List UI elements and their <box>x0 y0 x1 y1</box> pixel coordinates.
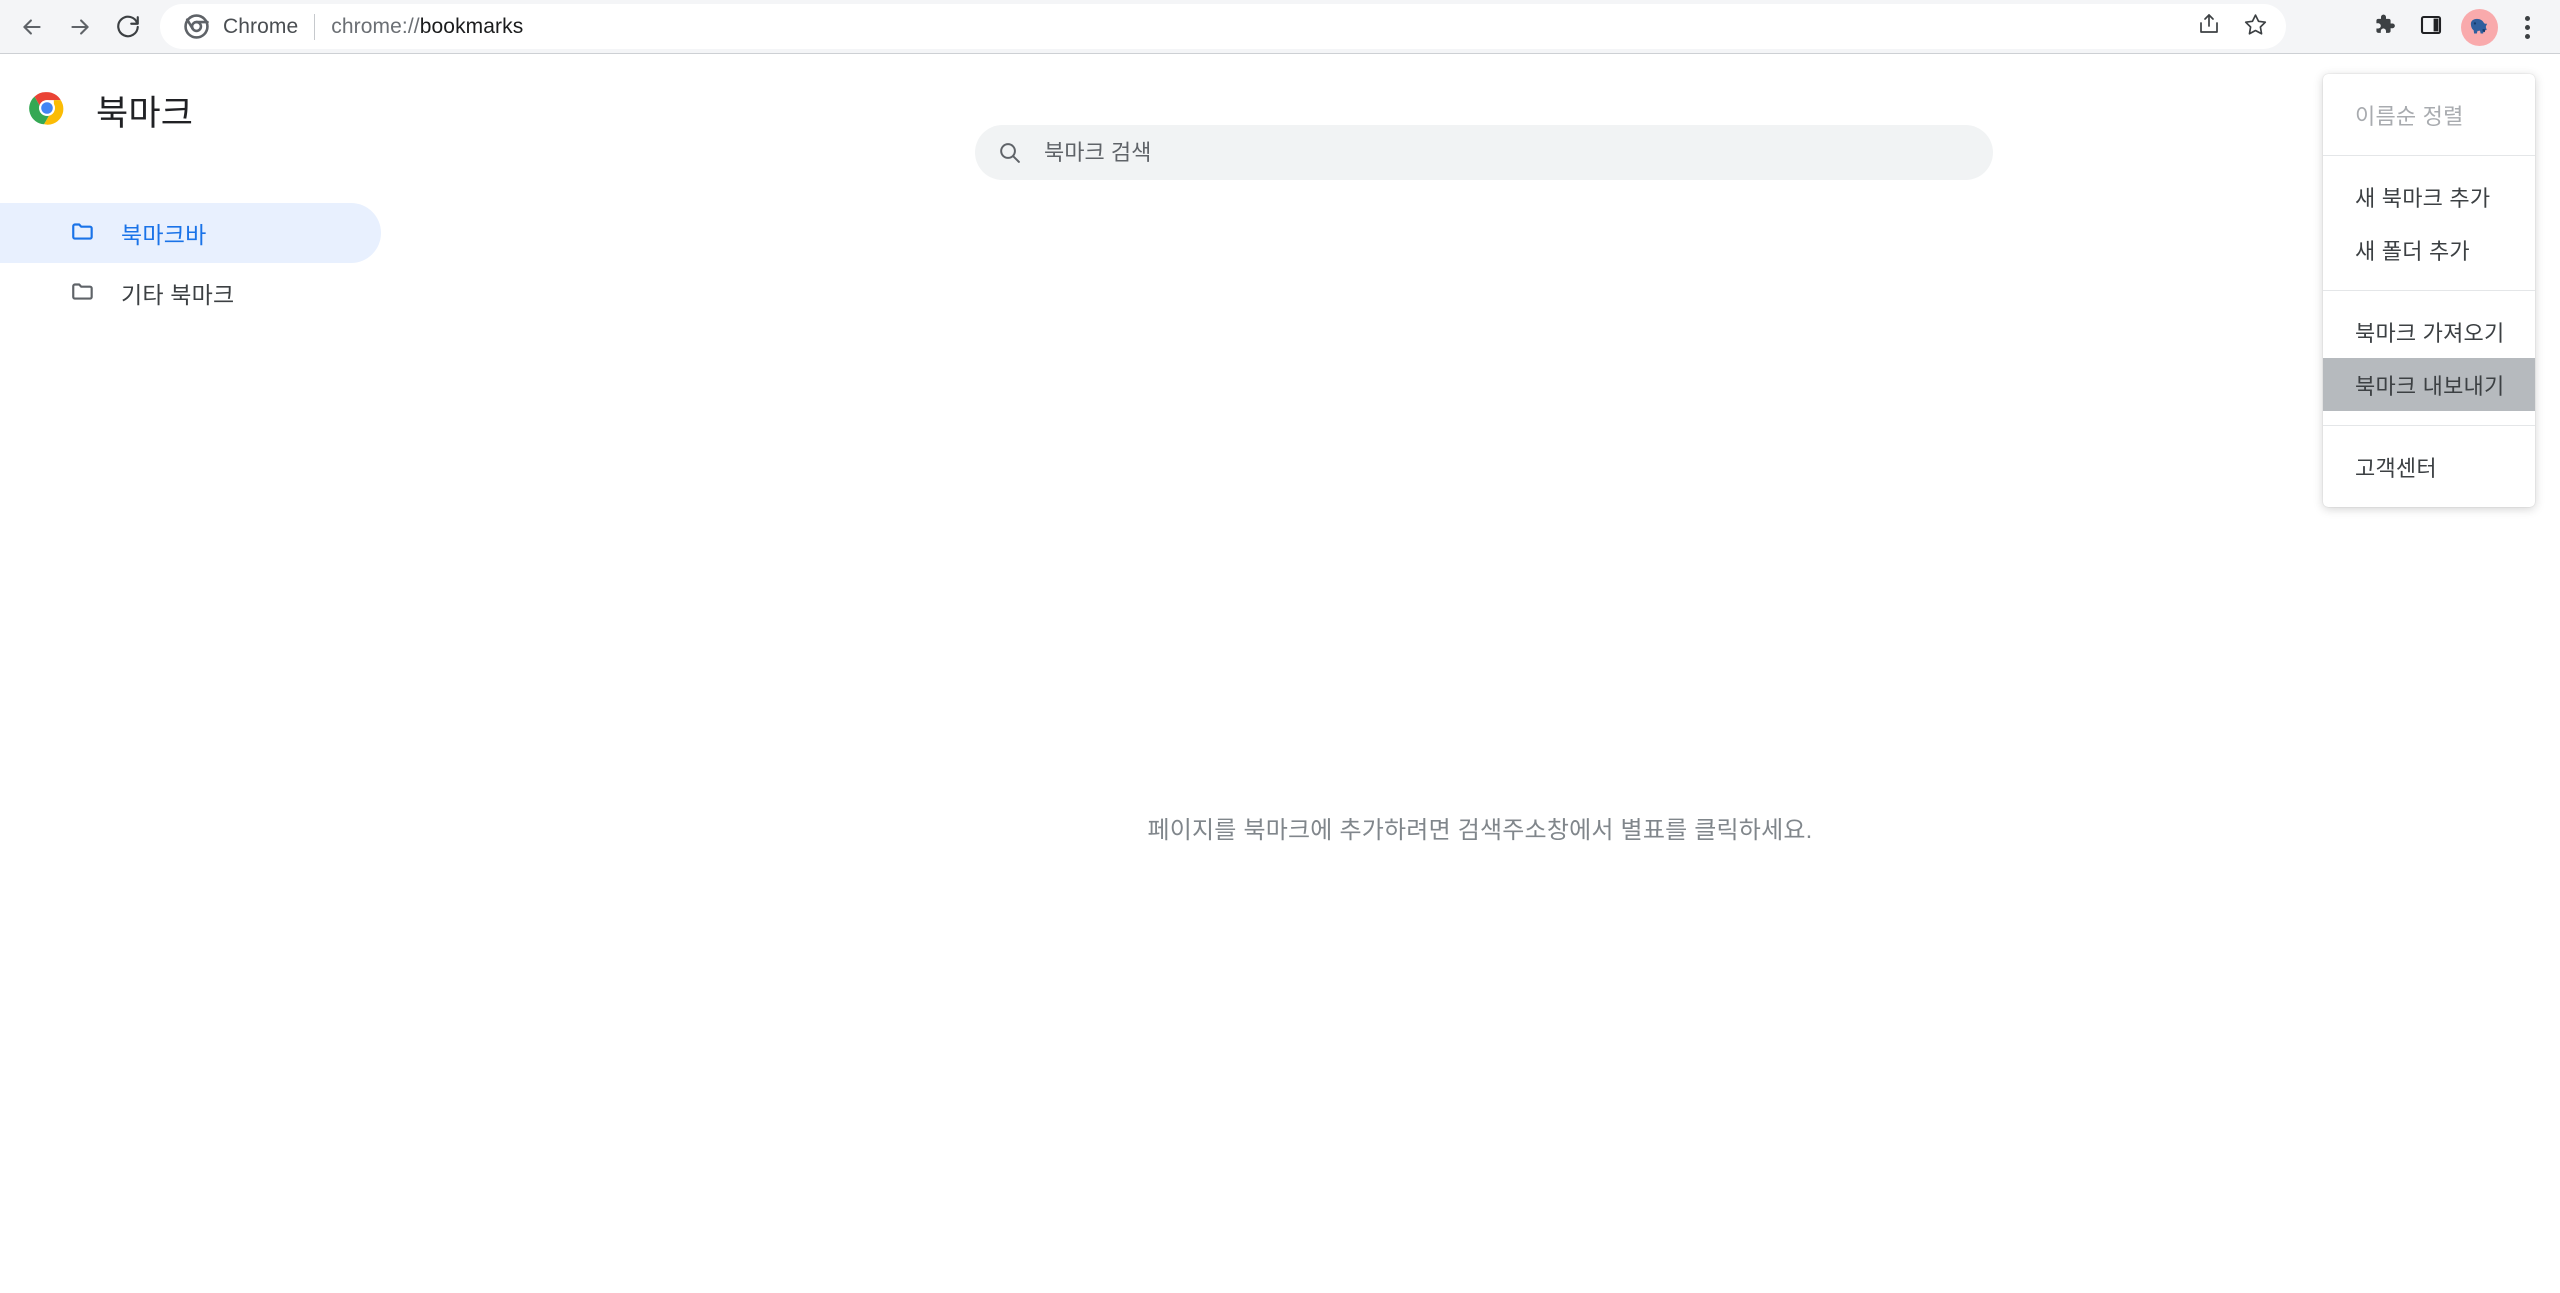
empty-state-message: 페이지를 북마크에 추가하려면 검색주소창에서 별표를 클릭하세요. <box>1147 817 1813 844</box>
menu-section-sort: 이름순 정렬 <box>2323 74 2535 155</box>
sidebar-item-label: 북마크바 <box>121 222 207 248</box>
bookmarks-page: 북마크 북마크바 <box>0 55 2560 1293</box>
address-bar[interactable]: Chrome chrome://bookmarks <box>160 4 2286 49</box>
menu-item-add-new-bookmark[interactable]: 새 북마크 추가 <box>2323 170 2535 223</box>
menu-item-label: 북마크 내보내기 <box>2355 373 2505 399</box>
omnibox-divider <box>314 13 316 40</box>
menu-item-label: 이름순 정렬 <box>2355 103 2464 129</box>
back-arrow-icon <box>19 14 45 40</box>
menu-item-label: 고객센터 <box>2355 455 2437 481</box>
menu-item-export-bookmarks[interactable]: 북마크 내보내기 <box>2323 358 2535 411</box>
puzzle-icon <box>2371 12 2396 42</box>
extensions-button[interactable] <box>2360 4 2406 50</box>
navigation-buttons <box>8 3 152 51</box>
sidebar-item-bookmarks-bar[interactable]: 북마크바 <box>0 203 381 263</box>
menu-item-help-center[interactable]: 고객센터 <box>2323 440 2535 493</box>
brand: 북마크 <box>28 85 368 136</box>
forward-button[interactable] <box>56 3 104 51</box>
folder-icon <box>70 278 96 309</box>
chrome-logo-icon <box>28 89 66 132</box>
avatar <box>2460 8 2498 46</box>
reload-button[interactable] <box>104 3 152 51</box>
back-button[interactable] <box>8 3 56 51</box>
bookmarks-options-menu: 이름순 정렬 새 북마크 추가 새 폴더 추가 북마크 가져오기 북마크 내보내… <box>2323 74 2535 507</box>
omnibox-actions <box>2186 4 2278 49</box>
menu-section-add: 새 북마크 추가 새 폴더 추가 <box>2323 156 2535 290</box>
menu-item-label: 새 폴더 추가 <box>2355 238 2470 264</box>
avatar-animal-icon <box>2470 18 2488 34</box>
forward-arrow-icon <box>67 14 93 40</box>
toolbar-right-actions <box>2360 0 2560 54</box>
menu-item-label: 북마크 가져오기 <box>2355 320 2505 346</box>
share-icon <box>2197 12 2221 41</box>
folder-list: 북마크바 기타 북마크 <box>0 203 400 323</box>
omnibox-url-scheme: chrome:// <box>331 14 420 38</box>
bookmark-star-button[interactable] <box>2232 4 2278 50</box>
empty-state: 페이지를 북마크에 추가하려면 검색주소창에서 별표를 클릭하세요. <box>400 55 2560 1293</box>
star-icon <box>2243 12 2268 42</box>
menu-item-add-new-folder[interactable]: 새 폴더 추가 <box>2323 223 2535 276</box>
omnibox-url: chrome://bookmarks <box>331 15 523 39</box>
chrome-menu-button[interactable] <box>2504 4 2550 50</box>
folder-icon <box>70 218 96 249</box>
omnibox-url-host: bookmarks <box>419 14 524 38</box>
menu-item-sort-by-name[interactable]: 이름순 정렬 <box>2323 88 2535 141</box>
sidebar-item-other-bookmarks[interactable]: 기타 북마크 <box>0 263 400 323</box>
reload-icon <box>115 14 141 40</box>
profile-button[interactable] <box>2456 4 2502 50</box>
chrome-page-icon <box>184 14 209 39</box>
side-panel-button[interactable] <box>2408 4 2454 50</box>
share-button[interactable] <box>2186 4 2232 50</box>
browser-toolbar: Chrome chrome://bookmarks <box>0 0 2560 54</box>
menu-section-help: 고객센터 <box>2323 426 2535 507</box>
side-panel-icon <box>2419 13 2443 42</box>
omnibox-chrome-label: Chrome <box>223 14 299 38</box>
menu-section-import-export: 북마크 가져오기 북마크 내보내기 <box>2323 291 2535 425</box>
page-title: 북마크 <box>96 93 194 133</box>
three-dot-icon <box>2524 15 2530 39</box>
menu-item-label: 새 북마크 추가 <box>2355 185 2491 211</box>
menu-item-import-bookmarks[interactable]: 북마크 가져오기 <box>2323 305 2535 358</box>
sidebar-item-label: 기타 북마크 <box>121 282 235 308</box>
